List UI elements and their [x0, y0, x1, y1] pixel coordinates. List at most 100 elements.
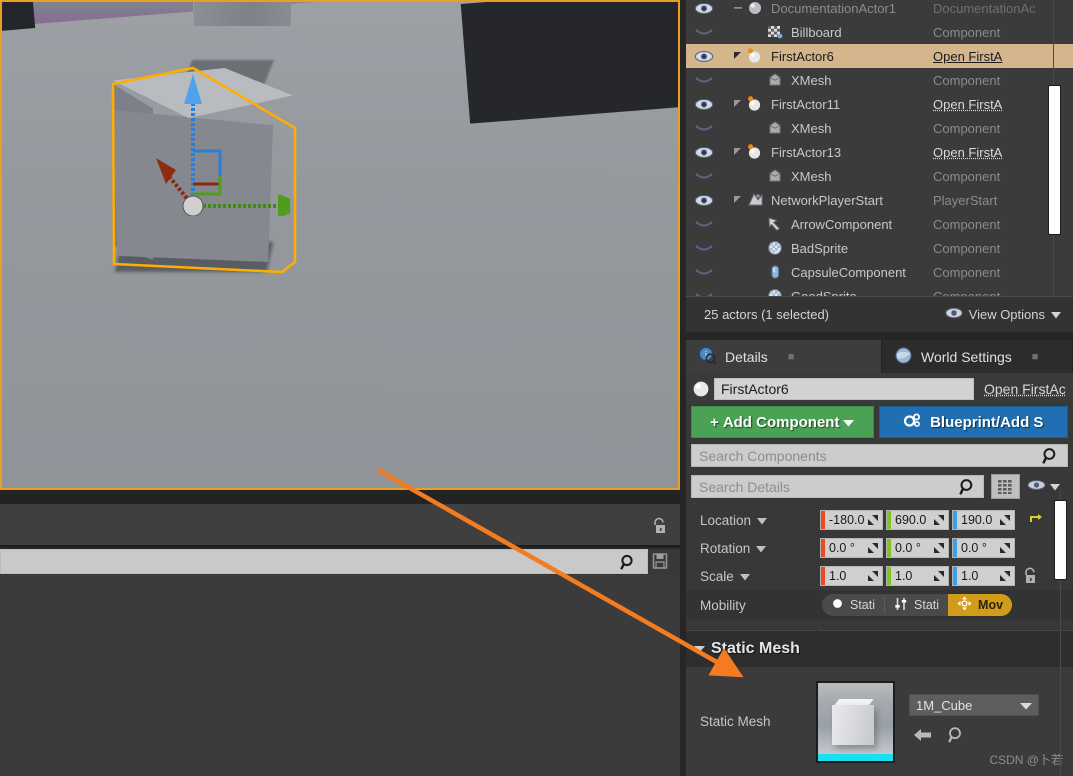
- outliner-row[interactable]: BadSprite Component: [686, 236, 1073, 260]
- drag-handle-icon[interactable]: [867, 570, 879, 585]
- lock-icon[interactable]: [648, 514, 670, 538]
- outliner-row[interactable]: XMesh Component: [686, 116, 1073, 140]
- chevron-down-icon: [1051, 307, 1061, 322]
- outliner-row[interactable]: CapsuleComponent Component: [686, 260, 1073, 284]
- mobility-movable-button[interactable]: Mov: [948, 594, 1013, 616]
- scale-x-input[interactable]: 1.0: [820, 566, 883, 586]
- scale-y-input[interactable]: 1.0: [886, 566, 949, 586]
- outliner-row[interactable]: NetworkPlayerStart PlayerStart: [686, 188, 1073, 212]
- drag-handle-icon[interactable]: [933, 514, 945, 529]
- close-icon[interactable]: ■: [1032, 351, 1039, 363]
- outliner-row[interactable]: DocumentationActor1 DocumentationAc: [686, 0, 1073, 20]
- content-search-input[interactable]: [0, 549, 648, 574]
- eye-visible-icon[interactable]: [686, 98, 722, 111]
- eye-hidden-icon[interactable]: [686, 171, 722, 181]
- location-x-value: -180.0: [829, 513, 865, 527]
- eye-hidden-icon[interactable]: [686, 243, 722, 253]
- drag-handle-icon[interactable]: [999, 514, 1011, 529]
- eye-visible-icon[interactable]: [686, 2, 722, 15]
- add-component-button[interactable]: + Add Component: [691, 406, 874, 438]
- save-icon[interactable]: [652, 552, 669, 575]
- details-scrollbar[interactable]: [1054, 500, 1067, 580]
- actor-name-input[interactable]: FirstActor6: [714, 377, 974, 400]
- tab-details[interactable]: i Details ■: [686, 340, 882, 373]
- static-mesh-thumbnail[interactable]: [816, 680, 895, 763]
- details-view-options-button[interactable]: [1027, 478, 1060, 496]
- view-options-button[interactable]: View Options: [945, 307, 1061, 322]
- drag-handle-icon[interactable]: [867, 514, 879, 529]
- expander-arrow-icon[interactable]: [732, 51, 744, 61]
- location-values: -180.0 690.0 190.0: [820, 510, 1015, 530]
- drag-handle-icon[interactable]: [867, 542, 879, 557]
- search-components-input[interactable]: Search Components: [691, 444, 1068, 467]
- thumbnail-type-bar: [818, 753, 893, 761]
- location-z-input[interactable]: 190.0: [952, 510, 1015, 530]
- location-y-input[interactable]: 690.0: [886, 510, 949, 530]
- outliner-row[interactable]: FirstActor11 Open FirstA: [686, 92, 1073, 116]
- blueprint-actor-icon: [744, 144, 766, 160]
- rotation-y-input[interactable]: 0.0 °: [886, 538, 949, 558]
- expander-arrow-icon[interactable]: [732, 99, 744, 109]
- chevron-down-icon: [1050, 478, 1060, 496]
- rotation-x-input[interactable]: 0.0 °: [820, 538, 883, 558]
- expander-arrow-icon[interactable]: [732, 195, 744, 205]
- outliner-row[interactable]: ArrowComponent Component: [686, 212, 1073, 236]
- drag-handle-icon[interactable]: [999, 570, 1011, 585]
- outliner-row-label: XMesh: [791, 168, 832, 184]
- reset-location-button[interactable]: [1029, 513, 1043, 527]
- blueprint-add-script-button[interactable]: Blueprint/Add S: [878, 406, 1068, 438]
- eye-hidden-icon[interactable]: [686, 75, 722, 85]
- chevron-down-icon[interactable]: [739, 569, 750, 584]
- drag-handle-icon[interactable]: [933, 570, 945, 585]
- eye-visible-icon[interactable]: [686, 50, 722, 63]
- expander-arrow-icon[interactable]: [732, 3, 744, 13]
- tab-world-settings[interactable]: World Settings ■: [882, 340, 1073, 373]
- mobility-stationary-button[interactable]: Stati: [885, 594, 948, 616]
- outliner-scrollbar[interactable]: [1048, 85, 1061, 235]
- outliner-row[interactable]: XMesh Component: [686, 164, 1073, 188]
- open-blueprint-link[interactable]: Open FirstAc: [984, 381, 1066, 397]
- expander-arrow-icon[interactable]: [732, 147, 744, 157]
- location-x-input[interactable]: -180.0: [820, 510, 883, 530]
- outliner-row-label: XMesh: [791, 120, 832, 136]
- world-outliner[interactable]: DocumentationActor1 DocumentationAc Billbo…: [686, 0, 1073, 296]
- search-icon: [952, 478, 977, 499]
- mobility-static-button[interactable]: Stati: [822, 594, 884, 616]
- eye-visible-icon[interactable]: [686, 194, 722, 207]
- chevron-down-icon[interactable]: [756, 541, 767, 556]
- eye-hidden-icon[interactable]: [686, 27, 722, 37]
- eye-visible-icon[interactable]: [686, 146, 722, 159]
- outliner-row[interactable]: GoodSprite Component: [686, 284, 1073, 296]
- scale-z-input[interactable]: 1.0: [952, 566, 1015, 586]
- content-browser-body[interactable]: [0, 575, 680, 776]
- search-details-input[interactable]: Search Details: [691, 475, 984, 498]
- display-grid-button[interactable]: [991, 474, 1020, 499]
- eye-hidden-icon[interactable]: [686, 219, 722, 229]
- open-blueprint-link[interactable]: Open FirstA: [933, 49, 1073, 64]
- tab-world-settings-label: World Settings: [921, 348, 1012, 365]
- outliner-row-label: BadSprite: [791, 240, 849, 256]
- mobility-stationary-label: Stati: [914, 598, 940, 612]
- watermark-text: CSDN @卜若: [989, 753, 1063, 767]
- eye-hidden-icon[interactable]: [686, 123, 722, 133]
- chevron-down-icon[interactable]: [757, 513, 768, 528]
- static-mesh-category-header[interactable]: Static Mesh: [686, 630, 1073, 667]
- eye-hidden-icon[interactable]: [686, 267, 722, 277]
- chevron-down-icon[interactable]: [694, 640, 705, 658]
- drag-handle-icon[interactable]: [933, 542, 945, 557]
- rotation-z-input[interactable]: 0.0 °: [952, 538, 1015, 558]
- drag-handle-icon[interactable]: [999, 542, 1011, 557]
- outliner-row[interactable]: XMesh Component: [686, 68, 1073, 92]
- outliner-row[interactable]: Billboard Component: [686, 20, 1073, 44]
- level-viewport[interactable]: [0, 0, 680, 490]
- close-icon[interactable]: ■: [788, 351, 795, 363]
- scale-lock-ratio-button[interactable]: [1022, 567, 1038, 585]
- outliner-row[interactable]: FirstActor6 Open FirstA: [686, 44, 1073, 68]
- static-mesh-asset-dropdown[interactable]: 1M_Cube: [909, 694, 1039, 716]
- use-selected-asset-icon[interactable]: [913, 727, 933, 748]
- browse-asset-icon[interactable]: [947, 726, 965, 749]
- transform-gizmo[interactable]: [150, 66, 310, 218]
- details-panel[interactable]: i Details ■ World Settings ■ FirstActor6…: [686, 340, 1073, 776]
- outliner-row[interactable]: FirstActor13 Open FirstA: [686, 140, 1073, 164]
- outliner-row-type: Component: [933, 240, 1001, 256]
